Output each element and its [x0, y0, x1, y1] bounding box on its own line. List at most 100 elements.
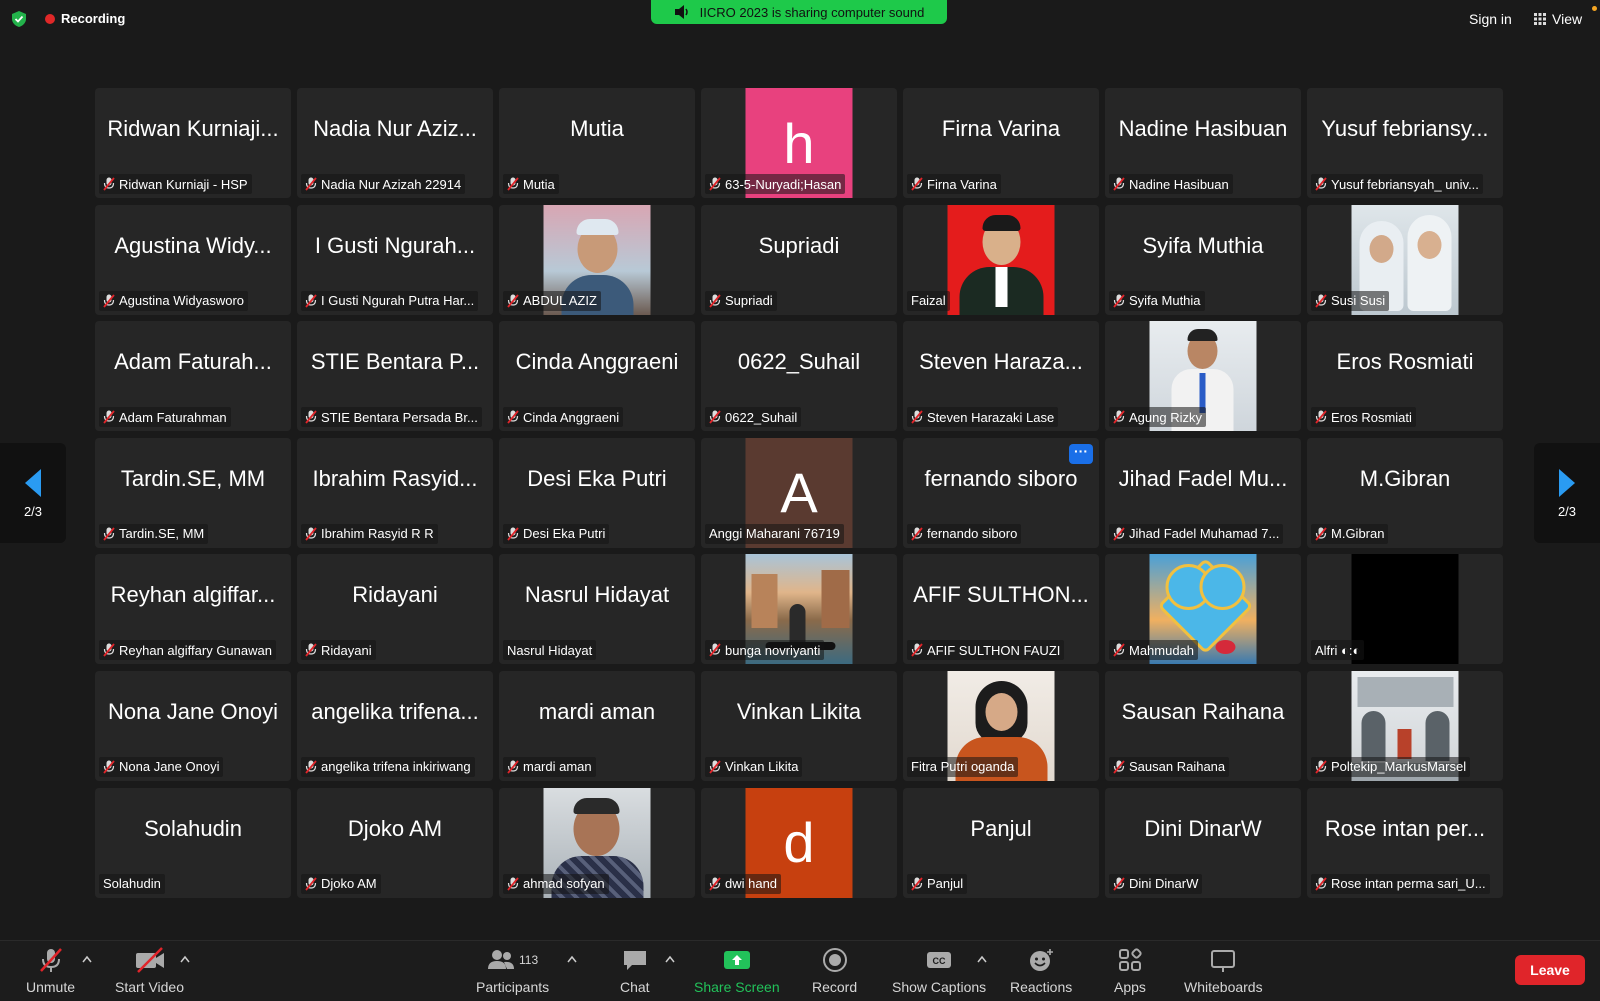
participant-tile[interactable]: I Gusti Ngurah... I Gusti Ngurah Putra Ha… — [297, 204, 493, 315]
participant-display-name: I Gusti Ngurah... — [314, 232, 476, 258]
participant-tile[interactable]: Mahmudah — [1105, 554, 1301, 665]
participant-tile[interactable]: Yusuf febriansy... Yusuf febriansyah_ uni… — [1307, 88, 1503, 198]
participant-tile[interactable]: Ridayani Ridayani — [297, 554, 493, 665]
participant-name-label: 0622_Suhail — [705, 407, 802, 428]
participant-tile[interactable]: Djoko AM Djoko AM — [297, 787, 493, 898]
participant-tile[interactable]: bunga novriyanti — [701, 554, 897, 665]
participant-tile[interactable]: Eros Rosmiati Eros Rosmiati — [1307, 321, 1503, 432]
participant-name: Panjul — [927, 876, 964, 892]
participant-name: dwi hand — [725, 876, 778, 892]
participant-tile[interactable]: mardi aman mardi aman — [499, 670, 695, 781]
participant-name: Agung Rizky — [1129, 409, 1202, 425]
muted-mic-icon — [103, 294, 115, 308]
participant-tile[interactable]: Syifa Muthia Syifa Muthia — [1105, 204, 1301, 315]
participant-display-name: Agustina Widy... — [114, 232, 272, 258]
recording-indicator[interactable]: Recording — [45, 11, 125, 26]
participant-photo — [1351, 554, 1459, 665]
participant-tile[interactable]: ahmad sofyan — [499, 787, 695, 898]
captions-options-chevron-icon[interactable] — [977, 955, 987, 963]
participant-name-label: Poltekip_MarkusMarsel — [1311, 756, 1471, 777]
participant-tile[interactable]: Supriadi Supriadi — [701, 204, 897, 315]
participant-tile[interactable]: Desi Eka Putri Desi Eka Putri — [499, 437, 695, 548]
participant-tile[interactable]: AFIF SULTHON... AFIF SULTHON FAUZI — [903, 554, 1099, 665]
whiteboards-button[interactable]: Whiteboards — [1184, 947, 1263, 995]
participant-tile[interactable]: Vinkan Likita Vinkan Likita — [701, 670, 897, 781]
page-indicator-right: 2/3 — [1557, 503, 1577, 519]
more-options-icon[interactable]: ··· — [1069, 443, 1093, 464]
participant-tile[interactable]: Solahudin Solahudin — [95, 787, 291, 898]
participant-tile[interactable]: Fitra Putri oganda — [903, 670, 1099, 781]
muted-mic-icon — [507, 294, 519, 308]
record-button[interactable]: Record — [812, 947, 857, 995]
participant-tile[interactable]: ABDUL AZIZ — [499, 204, 695, 315]
sign-in-button[interactable]: Sign in — [1469, 11, 1512, 27]
participant-tile[interactable]: A Anggi Maharani 76719 — [701, 437, 897, 548]
participant-display-name: Jihad Fadel Mu... — [1118, 465, 1288, 491]
participant-tile[interactable]: fernando siboro ··· fernando siboro — [903, 437, 1099, 548]
audio-options-chevron-icon[interactable] — [82, 955, 92, 963]
whiteboards-label: Whiteboards — [1184, 979, 1263, 995]
participant-tile[interactable]: Faizal — [903, 204, 1099, 315]
participant-tile[interactable]: d dwi hand — [701, 787, 897, 898]
participant-name-label: fernando siboro — [907, 523, 1022, 544]
participant-tile[interactable]: Mutia Mutia — [499, 88, 695, 198]
participant-display-name: Tardin.SE, MM — [120, 465, 266, 491]
start-video-button[interactable]: Start Video — [115, 947, 184, 995]
participant-tile[interactable]: STIE Bentara P... STIE Bentara Persada Br… — [297, 321, 493, 432]
leave-button[interactable]: Leave — [1515, 955, 1585, 985]
participant-tile[interactable]: Poltekip_MarkusMarsel — [1307, 670, 1503, 781]
participants-options-chevron-icon[interactable] — [567, 955, 577, 963]
view-button[interactable]: View — [1534, 11, 1582, 27]
participant-display-name: Supriadi — [758, 232, 840, 258]
muted-mic-icon — [1315, 527, 1327, 541]
next-page-button[interactable]: 2/3 — [1534, 443, 1600, 543]
security-shield-icon[interactable] — [10, 10, 28, 28]
participant-display-name: 0622_Suhail — [737, 349, 861, 375]
muted-mic-icon — [507, 527, 519, 541]
participant-tile[interactable]: Agung Rizky — [1105, 321, 1301, 432]
show-captions-button[interactable]: CC Show Captions — [892, 947, 986, 995]
unmute-button[interactable]: Unmute — [26, 947, 75, 995]
participant-name-label: Rose intan perma sari_U... — [1311, 873, 1490, 894]
participant-tile[interactable]: Adam Faturah... Adam Faturahman — [95, 321, 291, 432]
participant-display-name: AFIF SULTHON... — [913, 582, 1089, 608]
muted-mic-icon — [709, 876, 721, 891]
reactions-button[interactable]: Reactions — [1010, 947, 1072, 995]
participant-tile[interactable]: h 63-5-Nuryadi;Hasan — [701, 88, 897, 198]
chat-options-chevron-icon[interactable] — [665, 955, 675, 963]
participant-display-name: Rose intan per... — [1324, 815, 1486, 841]
participant-tile[interactable]: Nadine Hasibuan Nadine Hasibuan — [1105, 88, 1301, 198]
participant-name-label: Faizal — [907, 290, 950, 311]
participant-name-label: Ridwan Kurniaji - HSP — [99, 174, 252, 194]
participant-tile[interactable]: Susi Susi — [1307, 204, 1503, 315]
participant-tile[interactable]: Panjul Panjul — [903, 787, 1099, 898]
participant-tile[interactable]: 0622_Suhail 0622_Suhail — [701, 321, 897, 432]
participant-tile[interactable]: Sausan Raihana Sausan Raihana — [1105, 670, 1301, 781]
participant-tile[interactable]: Nasrul Hidayat Nasrul Hidayat — [499, 554, 695, 665]
participant-tile[interactable]: Reyhan algiffar... Reyhan algiffary Gunaw… — [95, 554, 291, 665]
participant-tile[interactable]: Firna Varina Firna Varina — [903, 88, 1099, 198]
participant-tile[interactable]: Nona Jane Onoyi Nona Jane Onoyi — [95, 670, 291, 781]
apps-button[interactable]: Apps — [1114, 947, 1146, 995]
participant-tile[interactable]: M.Gibran M.Gibran — [1307, 437, 1503, 548]
participant-tile[interactable]: Ibrahim Rasyid... Ibrahim Rasyid R R — [297, 437, 493, 548]
previous-page-button[interactable]: 2/3 — [0, 443, 66, 543]
participant-tile[interactable]: angelika trifena... angelika trifena inki… — [297, 670, 493, 781]
participant-tile[interactable]: Nadia Nur Aziz... Nadia Nur Azizah 22914 — [297, 88, 493, 198]
apps-icon — [1118, 948, 1142, 971]
participant-tile[interactable]: Rose intan per... Rose intan perma sari_U… — [1307, 787, 1503, 898]
participant-tile[interactable]: Alfri ◐:◐ — [1307, 554, 1503, 665]
participant-tile[interactable]: Agustina Widy... Agustina Widyasworo — [95, 204, 291, 315]
participant-tile[interactable]: Steven Haraza... Steven Harazaki Lase — [903, 321, 1099, 432]
participant-tile[interactable]: Tardin.SE, MM Tardin.SE, MM — [95, 437, 291, 548]
chat-button[interactable]: Chat — [620, 947, 650, 995]
participants-button[interactable]: 113 Participants — [476, 947, 549, 995]
participant-tile[interactable]: Ridwan Kurniaji... Ridwan Kurniaji - HSP — [95, 88, 291, 198]
video-options-chevron-icon[interactable] — [180, 955, 190, 963]
participant-tile[interactable]: Cinda Anggraeni Cinda Anggraeni — [499, 321, 695, 432]
sharing-sound-banner[interactable]: IICRO 2023 is sharing computer sound — [651, 0, 947, 24]
participant-tile[interactable]: Jihad Fadel Mu... Jihad Fadel Muhamad 7..… — [1105, 437, 1301, 548]
muted-mic-icon — [103, 410, 115, 424]
share-screen-button[interactable]: Share Screen — [694, 947, 780, 995]
participant-tile[interactable]: Dini DinarW Dini DinarW — [1105, 787, 1301, 898]
